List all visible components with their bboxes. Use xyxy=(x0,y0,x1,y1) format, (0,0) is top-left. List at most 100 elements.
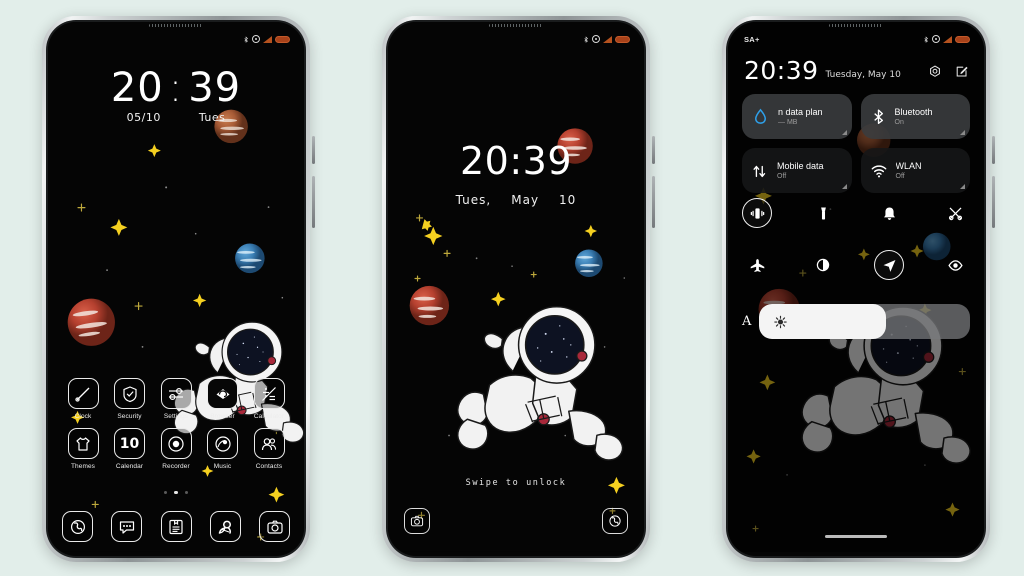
tile-bluetooth[interactable]: Bluetooth On xyxy=(860,94,970,139)
earpiece-speaker xyxy=(149,24,203,27)
swipe-to-unlock-hint: Swipe to unlock xyxy=(465,478,567,488)
camera-icon[interactable] xyxy=(404,508,430,534)
brightness-slider[interactable] xyxy=(759,304,970,339)
tile-subtitle: Off xyxy=(777,173,787,180)
phone-icon[interactable] xyxy=(602,508,628,534)
edit-icon[interactable] xyxy=(954,64,970,80)
app-label: Contacts xyxy=(255,463,283,470)
phone2-date: Tues, May 10 xyxy=(388,193,644,207)
app-label: Themes xyxy=(70,463,96,470)
phone2-clock: 20:39 Tues, May 10 xyxy=(388,142,644,207)
data-drop-icon xyxy=(754,109,767,124)
phone3-screen: SA+ 20:39 Tuesday, May 10 n data plan — … xyxy=(728,22,984,556)
camera-icon[interactable] xyxy=(259,511,290,542)
app-label: Clock xyxy=(74,413,92,420)
astronaut-gallery-icon[interactable] xyxy=(209,511,241,542)
eye-care-icon[interactable] xyxy=(940,250,970,280)
app-label: Calculator xyxy=(253,413,285,420)
expand-corner-icon[interactable] xyxy=(960,130,965,135)
location-icon[interactable] xyxy=(874,250,904,280)
app-calculator[interactable]: Calculator xyxy=(248,378,290,420)
tile-subtitle: — MB xyxy=(778,119,798,126)
app-contacts[interactable]: Contacts xyxy=(248,428,290,470)
lock-wallpaper xyxy=(388,22,644,552)
phone1-minutes: 39 xyxy=(188,65,242,111)
phone1-clock-widget[interactable]: 20:39 05/10 Tues xyxy=(48,68,304,124)
bluetooth-icon xyxy=(244,35,248,43)
airplane-icon[interactable] xyxy=(742,250,772,280)
tile-subtitle: Off xyxy=(895,173,905,180)
tile-mobile-data[interactable]: Mobile data Off xyxy=(742,148,852,193)
quick-toggle-row-2 xyxy=(742,250,970,280)
phone-icon[interactable] xyxy=(62,511,93,542)
bluetooth-icon xyxy=(584,35,588,43)
calendar-icon: 10 xyxy=(114,428,145,459)
app-label: Browser xyxy=(210,413,235,420)
bell-icon[interactable] xyxy=(874,198,904,228)
app-label: Music xyxy=(213,463,232,470)
app-grid: Clock Security Settings Browser Calculat… xyxy=(48,378,304,478)
globe-icon xyxy=(207,378,238,409)
shield-icon xyxy=(114,378,145,409)
app-themes[interactable]: Themes xyxy=(62,428,104,470)
brightness-control: A xyxy=(742,304,970,339)
expand-corner-icon[interactable] xyxy=(841,184,847,189)
app-label: Recorder xyxy=(162,463,190,470)
phone2-month: May xyxy=(511,193,540,207)
quick-toggle-rows xyxy=(742,198,970,302)
app-browser[interactable]: Browser xyxy=(202,378,244,420)
page-dot[interactable] xyxy=(184,490,188,494)
battery-icon xyxy=(615,35,630,43)
tile-title: Bluetooth xyxy=(894,107,933,117)
auto-brightness-label[interactable]: A xyxy=(742,314,751,329)
bluetooth-icon xyxy=(924,35,928,43)
flashlight-icon[interactable] xyxy=(808,198,838,228)
page-dot[interactable] xyxy=(164,490,168,494)
app-label: Settings xyxy=(163,413,189,420)
signal-icon xyxy=(263,35,272,43)
tile-data-plan[interactable]: n data plan — MB xyxy=(742,94,852,139)
tile-row-1: n data plan — MB Bluetooth On xyxy=(742,94,970,139)
phone3-date: Tuesday, May 10 xyxy=(825,70,901,80)
phone2-time: 20:39 xyxy=(459,139,572,183)
app-label: Security xyxy=(117,413,142,420)
expand-corner-icon[interactable] xyxy=(960,184,965,189)
tile-title: n data plan xyxy=(778,107,823,117)
app-label: Calendar xyxy=(115,463,144,470)
phone1-colon: : xyxy=(168,65,184,111)
dark-mode-icon[interactable] xyxy=(808,250,838,280)
app-music[interactable]: Music xyxy=(202,428,244,470)
app-calendar[interactable]: 10 Calendar xyxy=(109,428,151,470)
app-recorder[interactable]: Recorder xyxy=(155,428,197,470)
page-indicator[interactable] xyxy=(48,490,304,494)
phone2-screen: 20:39 Tues, May 10 Swipe to unlock xyxy=(388,22,644,556)
sliders-icon xyxy=(160,378,192,409)
notes-icon[interactable] xyxy=(160,511,192,542)
sun-icon xyxy=(774,315,788,328)
phone1-weekday: Tues xyxy=(198,111,226,124)
home-indicator[interactable] xyxy=(825,535,887,538)
alarm-icon xyxy=(592,35,600,43)
app-clock[interactable]: Clock xyxy=(62,378,104,420)
earpiece-speaker xyxy=(829,24,883,27)
calendar-day: 10 xyxy=(119,435,140,452)
expand-corner-icon[interactable] xyxy=(841,130,847,135)
phone1-time: 20:39 xyxy=(48,68,304,108)
status-carrier: SA+ xyxy=(744,34,760,44)
screenshot-icon[interactable] xyxy=(940,198,970,228)
page-dot-active[interactable] xyxy=(174,490,178,494)
signal-icon xyxy=(943,35,952,43)
vibrate-icon[interactable] xyxy=(742,198,772,228)
phone-device-1: 20:39 05/10 Tues Clock Security Settings… xyxy=(42,16,315,562)
phone-device-2: 20:39 Tues, May 10 Swipe to unlock xyxy=(382,16,655,562)
app-row-1: Clock Security Settings Browser Calculat… xyxy=(56,378,296,420)
app-settings[interactable]: Settings xyxy=(155,378,197,420)
earpiece-speaker xyxy=(489,24,543,27)
messages-icon[interactable] xyxy=(111,511,143,542)
phone2-day: 10 xyxy=(559,193,577,207)
app-security[interactable]: Security xyxy=(109,378,151,420)
tile-wlan[interactable]: WLAN Off xyxy=(860,148,970,193)
gear-icon[interactable] xyxy=(927,64,943,80)
tile-subtitle: On xyxy=(894,119,904,126)
tile-title: WLAN xyxy=(895,161,922,171)
